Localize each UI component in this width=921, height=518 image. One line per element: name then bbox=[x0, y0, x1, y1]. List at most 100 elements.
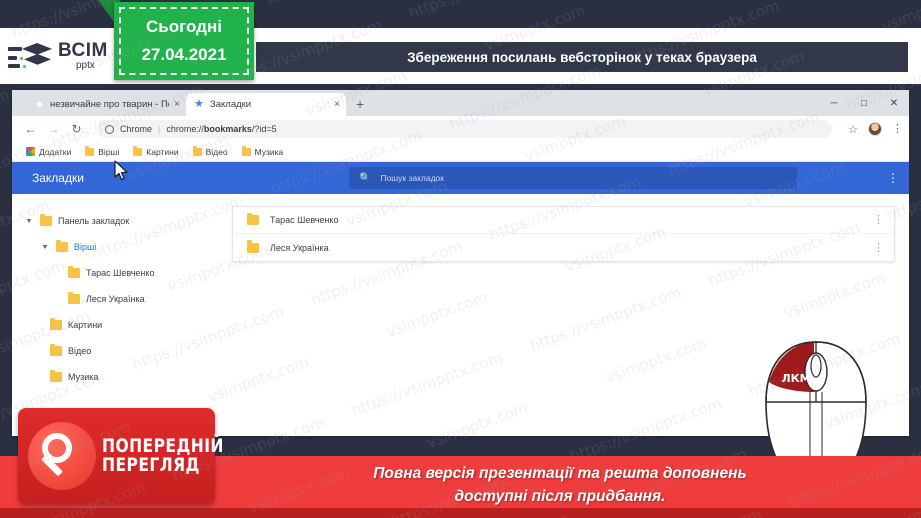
bookmark-apps[interactable]: Додатки bbox=[26, 147, 71, 157]
search-input[interactable]: 🔍 Пошук закладок bbox=[349, 167, 797, 189]
folder-icon bbox=[50, 343, 62, 356]
row-menu-icon[interactable]: ⋮ bbox=[873, 215, 884, 226]
preview-badge: ПОПЕРЕДНІЙ ПЕРЕГЛЯД bbox=[18, 408, 223, 504]
reload-icon[interactable]: ↻ bbox=[70, 122, 83, 136]
folder-icon bbox=[85, 145, 95, 156]
bookmark-label: Картини bbox=[146, 146, 179, 157]
tree-item-label: Картини bbox=[68, 320, 103, 330]
bookmark-folder-video[interactable]: Відео bbox=[192, 145, 228, 157]
url-text: chrome://bookmarks/?id=5 bbox=[166, 124, 277, 134]
bookmark-label: Музика bbox=[254, 146, 284, 157]
tree-item-label: Музика bbox=[68, 372, 99, 382]
maximize-icon[interactable]: □ bbox=[849, 98, 879, 109]
tree-item-label: Вірші bbox=[74, 242, 97, 252]
tab-close-icon[interactable]: × bbox=[174, 99, 180, 110]
date-badge-date: 27.04.2021 bbox=[141, 45, 227, 64]
slide-title-bar: Збереження посилань вебсторінок у теках … bbox=[256, 42, 908, 72]
tree-item-panel-zakladok[interactable]: ▼ Панель закладок bbox=[12, 208, 224, 234]
avatar[interactable] bbox=[868, 122, 882, 136]
brand-logo: ВСІМ pptx bbox=[8, 34, 126, 78]
footer-notice: Повна версія презентації та решта доповн… bbox=[260, 462, 860, 508]
forward-icon[interactable]: → bbox=[47, 122, 60, 136]
logo-sub: pptx bbox=[76, 60, 95, 71]
bookmark-row-label: Тарас Шевченко bbox=[270, 215, 339, 225]
tree-item-video[interactable]: Відео bbox=[12, 338, 224, 364]
bookmarks-bar: Додатки Вірші Картини Відео Музика bbox=[12, 142, 909, 162]
bookmark-label: Відео bbox=[205, 146, 228, 157]
date-badge-label: Сьогодні bbox=[146, 17, 222, 36]
bookmark-label: Вірші bbox=[98, 146, 120, 157]
address-bar[interactable]: Chrome | chrome://bookmarks/?id=5 bbox=[97, 120, 833, 138]
folder-icon bbox=[133, 145, 143, 156]
window-controls: ─ □ ✕ bbox=[819, 90, 909, 116]
apps-grid-icon bbox=[26, 147, 35, 156]
folder-icon bbox=[68, 265, 80, 278]
new-tab-button[interactable]: + bbox=[356, 96, 364, 112]
bookmark-label: Додатки bbox=[39, 146, 72, 157]
bookmark-folder-kartyny[interactable]: Картини bbox=[133, 145, 179, 157]
folder-icon bbox=[68, 291, 80, 304]
chevron-down-icon[interactable]: ▼ bbox=[24, 218, 34, 225]
tree-item-taras-shevchenko[interactable]: Тарас Шевченко bbox=[12, 260, 224, 286]
google-icon bbox=[34, 99, 45, 110]
mouse-button-label: ЛКМ bbox=[781, 372, 810, 385]
tree-item-label: Тарас Шевченко bbox=[86, 268, 155, 278]
omnibox-separator: | bbox=[158, 124, 161, 134]
page-title: Збереження посилань вебсторінок у теках … bbox=[407, 49, 757, 65]
folder-icon bbox=[50, 317, 62, 330]
folder-icon bbox=[247, 240, 259, 253]
graduation-cap-icon bbox=[8, 39, 54, 73]
folder-icon bbox=[50, 369, 62, 382]
bookmark-manager-menu-icon[interactable]: ⋮ bbox=[887, 172, 899, 184]
bookmark-tree: ▼ Панель закладок ▼ Вірші Тарас Шевченко… bbox=[12, 194, 224, 436]
browser-tabstrip: незвичайне про тварин - Пош × ★ Закладки… bbox=[12, 90, 909, 116]
tab-search-results[interactable]: незвичайне про тварин - Пош × bbox=[26, 93, 186, 116]
tree-item-lesya-ukrainka[interactable]: Леся Українка bbox=[12, 286, 224, 312]
slide-root: ВСІМ pptx Сьогодні 27.04.2021 Збереження… bbox=[0, 0, 921, 518]
tab-close-icon[interactable]: × bbox=[334, 99, 340, 110]
footer-notice-line2: доступні після придбання. bbox=[454, 488, 666, 505]
tree-item-kartyny[interactable]: Картини bbox=[12, 312, 224, 338]
date-badge: Сьогодні 27.04.2021 bbox=[114, 2, 254, 80]
tab-label: Закладки bbox=[210, 99, 252, 110]
folder-icon bbox=[247, 212, 259, 225]
bookmark-folder-virshi[interactable]: Вірші bbox=[85, 145, 120, 157]
footer-strip bbox=[0, 508, 921, 518]
preview-label-line2: ПЕРЕГЛЯД bbox=[102, 454, 200, 476]
bookmark-manager-header: Закладки 🔍 Пошук закладок ⋮ bbox=[12, 162, 909, 194]
folder-icon bbox=[40, 213, 52, 226]
site-chip-label: Chrome bbox=[120, 124, 153, 134]
mouse-cursor-icon bbox=[114, 160, 128, 181]
tree-item-label: Відео bbox=[68, 346, 92, 356]
bookmark-manager-title: Закладки bbox=[32, 171, 84, 185]
row-menu-icon[interactable]: ⋮ bbox=[873, 242, 884, 253]
search-icon: 🔍 bbox=[359, 172, 372, 184]
back-icon[interactable]: ← bbox=[24, 122, 37, 136]
logo-name: ВСІМ bbox=[58, 40, 108, 61]
folder-icon bbox=[241, 145, 251, 156]
tree-item-label: Панель закладок bbox=[58, 216, 130, 226]
bookmark-list-card: Тарас Шевченко ⋮ Леся Українка ⋮ bbox=[232, 206, 895, 262]
footer-notice-line1: Повна версія презентації та решта доповн… bbox=[373, 465, 747, 482]
tree-item-virshi[interactable]: ▼ Вірші bbox=[12, 234, 224, 260]
magnifier-icon bbox=[28, 422, 96, 490]
close-window-icon[interactable]: ✕ bbox=[879, 98, 909, 109]
minimize-icon[interactable]: ─ bbox=[819, 98, 849, 109]
folder-icon bbox=[56, 239, 68, 252]
table-row[interactable]: Леся Українка ⋮ bbox=[233, 234, 894, 261]
tab-bookmarks[interactable]: ★ Закладки × bbox=[186, 93, 346, 116]
tab-label: незвичайне про тварин - Пош bbox=[50, 99, 170, 110]
bookmark-row-label: Леся Українка bbox=[270, 242, 329, 253]
bookmark-folder-muzyka[interactable]: Музика bbox=[241, 145, 284, 157]
star-icon: ★ bbox=[194, 98, 204, 110]
bookmark-star-icon[interactable]: ☆ bbox=[848, 123, 858, 136]
search-placeholder: Пошук закладок bbox=[380, 173, 444, 183]
browser-menu-icon[interactable]: ⋮ bbox=[892, 124, 903, 135]
tree-item-muzyka[interactable]: Музика bbox=[12, 364, 224, 390]
browser-toolbar: ← → ↻ Chrome | chrome://bookmarks/?id=5 … bbox=[12, 116, 909, 142]
folder-icon bbox=[192, 145, 202, 156]
chevron-down-icon[interactable]: ▼ bbox=[40, 244, 50, 251]
site-info-icon[interactable] bbox=[105, 124, 114, 134]
table-row[interactable]: Тарас Шевченко ⋮ bbox=[233, 207, 894, 234]
tree-item-label: Леся Українка bbox=[86, 294, 145, 304]
